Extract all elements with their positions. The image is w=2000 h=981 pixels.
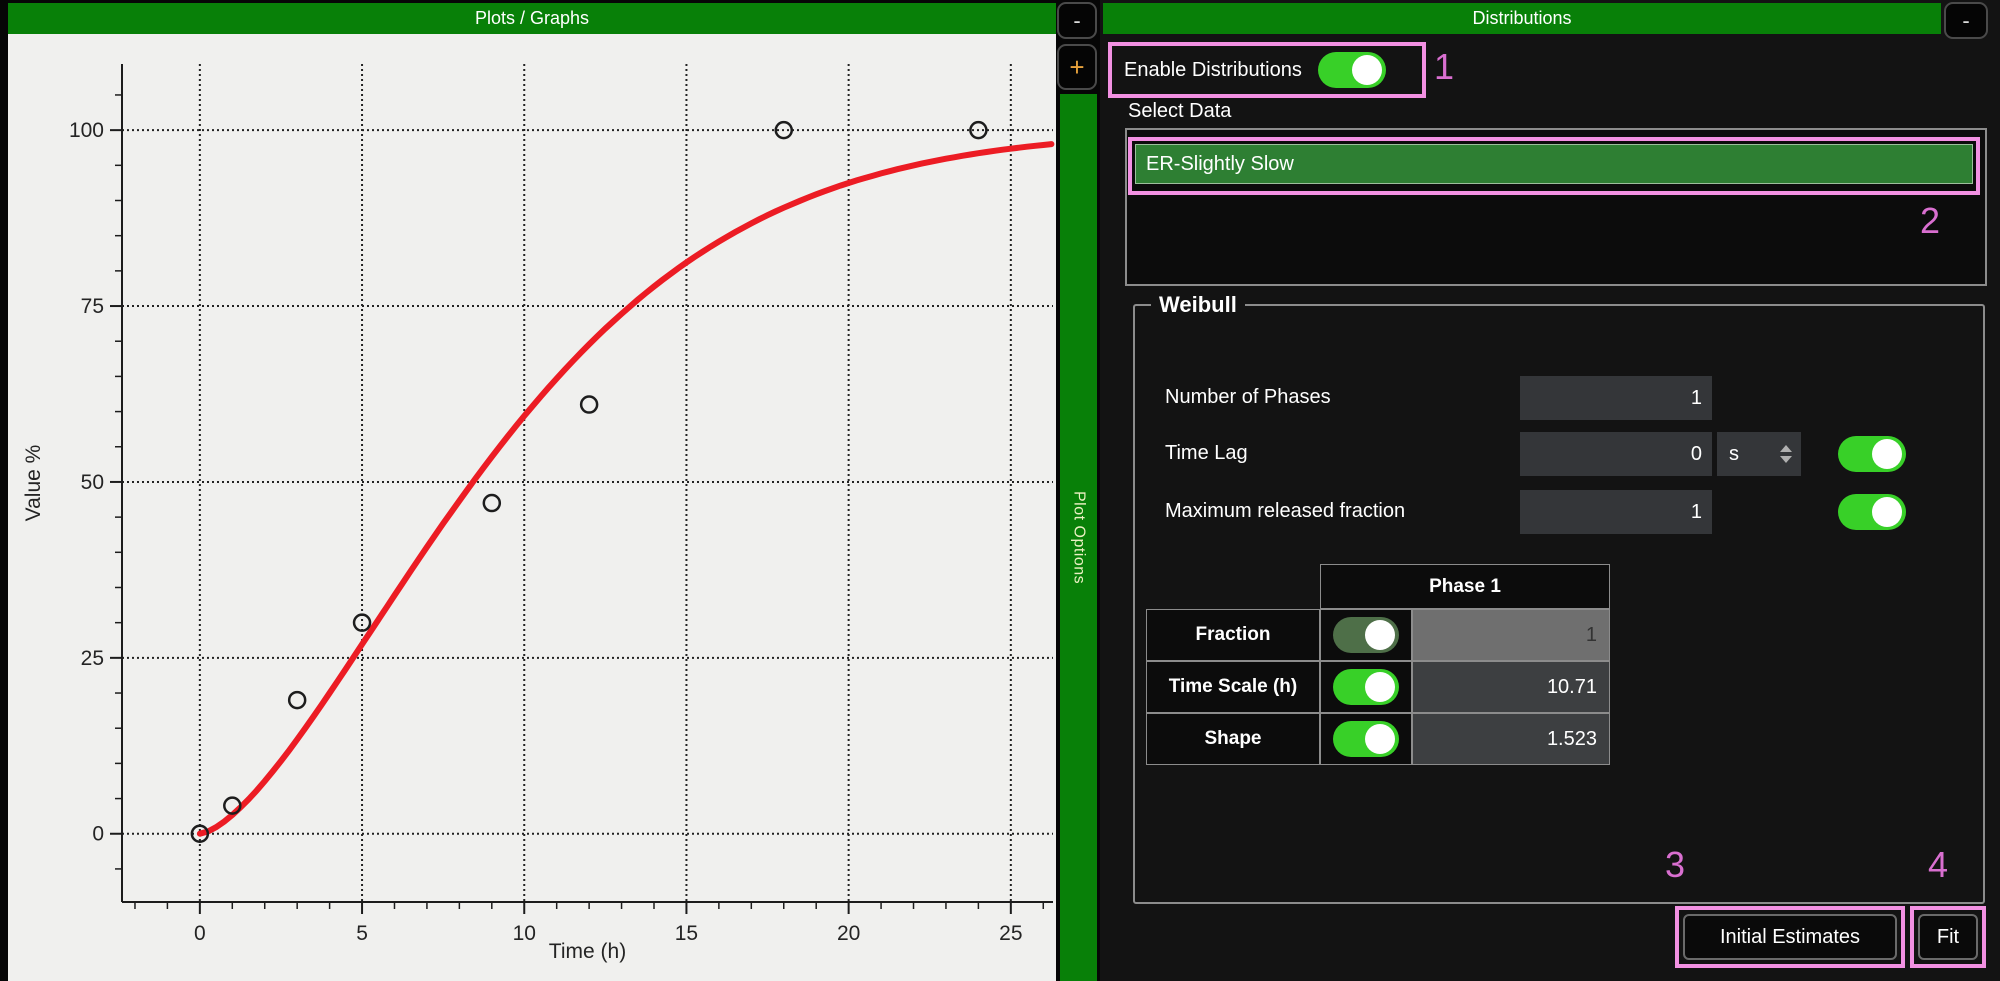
svg-text:25: 25 [81,647,104,670]
svg-text:100: 100 [69,119,104,142]
annotation-number-3: 3 [1665,844,1685,886]
fit-button[interactable]: Fit [1918,914,1978,960]
minus-icon: - [1073,8,1080,34]
plots-graphs-title: Plots / Graphs [475,8,589,29]
svg-text:5: 5 [356,922,368,945]
max-released-fraction-toggle[interactable] [1838,494,1906,530]
plot-options-tab[interactable]: Plot Options [1060,94,1097,981]
annotation-box-1: Enable Distributions [1108,42,1426,98]
fraction-row-label: Fraction [1146,609,1320,661]
svg-text:15: 15 [675,922,698,945]
plot-options-label: Plot Options [1070,491,1088,584]
minus-icon: - [1962,8,1969,34]
max-released-fraction-input[interactable]: 1 [1520,490,1712,534]
time-lag-unit-value: s [1729,443,1739,466]
distributions-panel: Distributions - Enable Distributions 1 S… [1100,0,2000,981]
time-lag-input[interactable]: 0 [1520,432,1712,476]
svg-text:10: 10 [513,922,536,945]
fraction-value-cell[interactable]: 1 [1412,609,1610,661]
initial-estimates-button[interactable]: Initial Estimates [1683,914,1897,960]
annotation-number-2: 2 [1920,200,1940,242]
collapse-plots-button[interactable]: - [1057,2,1097,39]
fraction-toggle[interactable] [1333,617,1399,653]
time-lag-label: Time Lag [1165,442,1248,465]
select-data-label: Select Data [1128,100,1231,123]
annotation-number-4: 4 [1928,844,1948,886]
svg-text:75: 75 [81,295,104,318]
time-scale-row-label: Time Scale (h) [1146,661,1320,713]
time-lag-unit-select[interactable]: s [1717,432,1801,476]
time-scale-toggle-cell [1320,661,1412,713]
plots-graphs-panel: Plots / Graphs - + 0 5 10 15 20 25 0 25 50 75 100 T… [0,0,1100,981]
time-scale-value-cell[interactable]: 10.71 [1412,661,1610,713]
phase-table-corner [1146,564,1320,609]
annotation-box-4: Fit [1910,906,1986,968]
expand-plots-button[interactable]: + [1057,44,1097,90]
enable-distributions-toggle[interactable] [1318,52,1386,88]
number-of-phases-input[interactable]: 1 [1520,376,1712,420]
weibull-legend: Weibull [1151,292,1245,318]
svg-text:Value %: Value % [22,445,45,522]
svg-text:50: 50 [81,471,104,494]
svg-text:0: 0 [92,823,104,846]
svg-text:25: 25 [999,922,1022,945]
plot-canvas: 0 5 10 15 20 25 0 25 50 75 100 Time (h) Value % [8,34,1056,981]
time-lag-toggle[interactable] [1838,436,1906,472]
plus-icon: + [1069,52,1084,83]
spinner-up-icon [1780,445,1792,452]
distributions-title: Distributions [1472,8,1571,29]
svg-text:0: 0 [194,922,206,945]
fraction-toggle-cell [1320,609,1412,661]
max-released-fraction-label: Maximum released fraction [1165,500,1405,523]
shape-value-cell[interactable]: 1.523 [1412,713,1610,765]
shape-row-label: Shape [1146,713,1320,765]
annotation-number-1: 1 [1434,46,1454,88]
phase-table: Phase 1 Fraction 1 Time Scale (h) 10.71 … [1146,564,1610,765]
spinner-down-icon [1780,456,1792,463]
phase-1-header-cell: Phase 1 [1320,564,1610,609]
app-window: Plots / Graphs - + 05101520250255075100T… [0,0,2000,981]
shape-toggle[interactable] [1333,721,1399,757]
data-listbox[interactable]: ER-Slightly Slow 2 [1125,128,1987,286]
annotation-box-2: ER-Slightly Slow [1128,137,1980,195]
plot-svg: 0 5 10 15 20 25 0 25 50 75 100 Time (h) Value % [8,34,1056,981]
plots-graphs-header: Plots / Graphs [8,3,1056,34]
distributions-header: Distributions [1103,3,1941,34]
svg-text:Time (h): Time (h) [549,940,626,963]
weibull-fieldset: Weibull Number of Phases 1 Time Lag 0 s … [1133,292,1985,904]
enable-distributions-label: Enable Distributions [1124,59,1302,82]
svg-text:20: 20 [837,922,860,945]
time-scale-toggle[interactable] [1333,669,1399,705]
shape-toggle-cell [1320,713,1412,765]
data-list-item[interactable]: ER-Slightly Slow [1135,144,1973,184]
number-of-phases-label: Number of Phases [1165,386,1331,409]
data-list-item-label: ER-Slightly Slow [1146,153,1294,176]
collapse-distributions-button[interactable]: - [1944,2,1988,39]
unit-spinner[interactable] [1780,445,1792,463]
annotation-box-3: Initial Estimates [1675,906,1905,968]
